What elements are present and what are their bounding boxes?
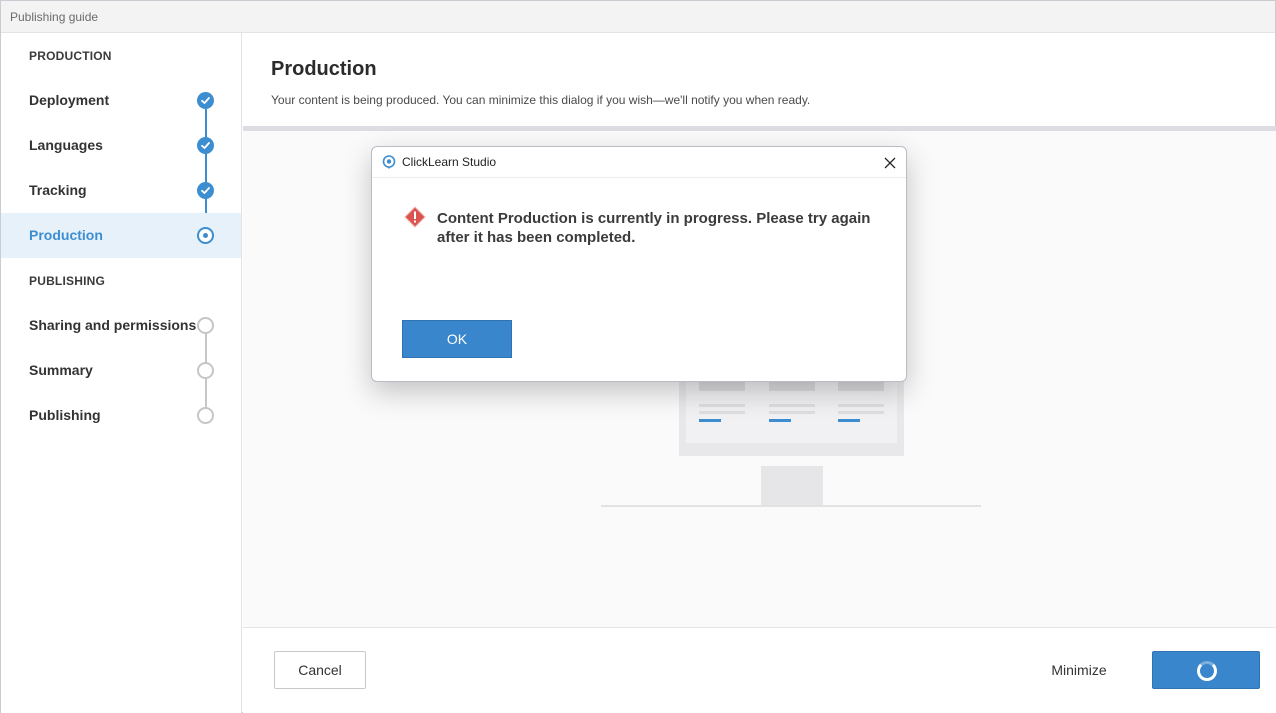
illustration-card-accent xyxy=(769,419,791,422)
pending-step-icon xyxy=(197,407,214,424)
ok-button[interactable]: OK xyxy=(402,320,512,358)
illustration-card-line xyxy=(699,411,745,414)
illustration-card-line xyxy=(769,404,815,407)
publishing-guide-window: Publishing guide PRODUCTION Deployment L… xyxy=(0,0,1276,713)
pending-step-icon xyxy=(197,362,214,379)
pending-step-icon xyxy=(197,317,214,334)
window-title: Publishing guide xyxy=(10,10,99,24)
sidebar-item-label: Deployment xyxy=(29,92,110,108)
sidebar-item-languages[interactable]: Languages xyxy=(1,123,241,168)
dialog-header: ClickLearn Studio xyxy=(372,147,906,178)
section-label-publishing: PUBLISHING xyxy=(29,274,106,288)
page-title: Production xyxy=(271,58,377,80)
sidebar-item-label: Summary xyxy=(29,362,93,378)
section-label-production: PRODUCTION xyxy=(29,49,112,63)
check-icon xyxy=(197,92,214,109)
illustration-card-accent xyxy=(699,419,721,422)
page-subtitle: Your content is being produced. You can … xyxy=(271,93,811,107)
illustration-card-line xyxy=(838,411,884,414)
check-icon xyxy=(197,182,214,199)
minimize-button[interactable]: Minimize xyxy=(1037,651,1121,689)
dialog-title: ClickLearn Studio xyxy=(402,155,497,169)
sidebar-item-production[interactable]: Production xyxy=(1,213,241,258)
sidebar-item-label: Languages xyxy=(29,137,103,153)
current-step-icon xyxy=(197,227,214,244)
illustration-card-block xyxy=(838,381,884,391)
illustration-card-line xyxy=(699,404,745,407)
warning-icon xyxy=(404,206,426,228)
loading-spinner-icon xyxy=(1197,661,1217,681)
dialog-message: Content Production is currently in progr… xyxy=(437,210,871,246)
window-titlebar: Publishing guide xyxy=(1,1,1275,33)
illustration-card-block xyxy=(699,381,745,391)
sidebar-item-sharing-permissions[interactable]: Sharing and permissions xyxy=(1,303,241,348)
sidebar-item-publishing[interactable]: Publishing xyxy=(1,393,241,438)
illustration-baseline xyxy=(601,505,981,507)
illustration-card-line xyxy=(838,404,884,407)
dialog-footer xyxy=(243,627,1276,713)
illustration-card-line xyxy=(769,411,815,414)
sidebar-item-label: Production xyxy=(29,227,103,243)
clicklearn-logo-icon xyxy=(382,155,396,169)
illustration-card-accent xyxy=(838,419,860,422)
message-dialog: ClickLearn Studio Content Production is … xyxy=(371,146,907,382)
check-icon xyxy=(197,137,214,154)
illustration-card-block xyxy=(769,381,815,391)
sidebar-item-deployment[interactable]: Deployment xyxy=(1,78,241,123)
sidebar-item-tracking[interactable]: Tracking xyxy=(1,168,241,213)
close-icon xyxy=(884,157,896,169)
sidebar-item-label: Publishing xyxy=(29,407,101,423)
close-button[interactable] xyxy=(878,152,902,174)
sidebar-item-label: Tracking xyxy=(29,182,87,198)
sidebar-item-summary[interactable]: Summary xyxy=(1,348,241,393)
sidebar-item-label: Sharing and permissions xyxy=(29,317,197,333)
monitor-stand xyxy=(761,466,823,506)
processing-button[interactable] xyxy=(1152,651,1260,689)
cancel-button[interactable]: Cancel xyxy=(274,651,366,689)
